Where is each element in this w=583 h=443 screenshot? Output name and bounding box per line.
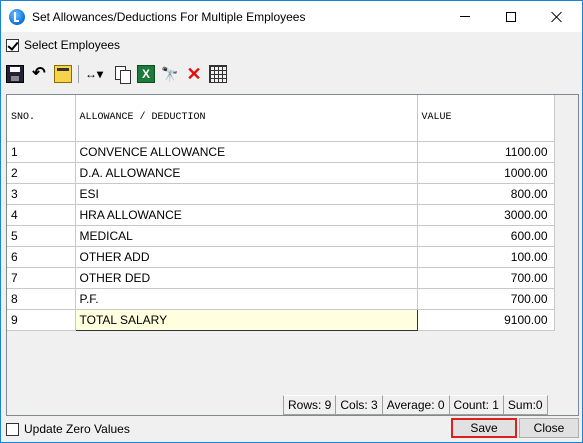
window-title: Set Allowances/Deductions For Multiple E… bbox=[32, 10, 306, 24]
cell-allowance[interactable]: OTHER DED bbox=[75, 267, 418, 289]
cell-value[interactable]: 3000.00 bbox=[417, 204, 555, 226]
cell-sno[interactable]: 8 bbox=[7, 288, 76, 310]
save-button[interactable]: Save bbox=[451, 418, 517, 438]
status-cols: Cols: 3 bbox=[335, 395, 383, 415]
maximize-icon bbox=[506, 11, 516, 22]
cell-allowance[interactable]: TOTAL SALARY bbox=[74, 308, 418, 331]
move-arrows-icon[interactable]: ↔▾ bbox=[85, 65, 107, 83]
allowance-table: SNO. ALLOWANCE / DEDUCTION VALUE 1 CONVEN… bbox=[7, 95, 555, 331]
status-rows: Rows: 9 bbox=[283, 395, 337, 415]
table-row[interactable]: 7 OTHER DED 700.00 bbox=[7, 267, 555, 289]
cell-sno[interactable]: 5 bbox=[7, 225, 76, 247]
binoculars-icon[interactable]: 🔭 bbox=[161, 65, 179, 83]
update-zero-values-label: Update Zero Values bbox=[24, 422, 130, 436]
data-grid[interactable]: SNO. ALLOWANCE / DEDUCTION VALUE 1 CONVEN… bbox=[6, 94, 579, 416]
cell-sno[interactable]: 1 bbox=[7, 141, 76, 163]
table-row[interactable]: 1 CONVENCE ALLOWANCE 1100.00 bbox=[7, 141, 555, 163]
app-icon bbox=[9, 9, 25, 25]
maximize-button[interactable] bbox=[488, 1, 534, 32]
header-row: SNO. ALLOWANCE / DEDUCTION VALUE bbox=[7, 95, 555, 142]
table-row[interactable]: 4 HRA ALLOWANCE 3000.00 bbox=[7, 204, 555, 226]
status-bar: Rows: 9 Cols: 3 Average: 0 Count: 1 Sum:… bbox=[283, 395, 548, 415]
column-header-sno[interactable]: SNO. bbox=[7, 95, 76, 142]
cell-allowance[interactable]: ESI bbox=[75, 183, 418, 205]
select-employees-label: Select Employees bbox=[24, 38, 121, 52]
cell-value[interactable]: 800.00 bbox=[417, 183, 555, 205]
status-sum: Sum:0 bbox=[502, 395, 548, 415]
cell-allowance[interactable]: D.A. ALLOWANCE bbox=[75, 162, 418, 184]
cell-value[interactable]: 1100.00 bbox=[417, 141, 555, 163]
save-icon[interactable] bbox=[6, 65, 24, 83]
edit-icon[interactable] bbox=[54, 65, 72, 83]
cell-value[interactable]: 700.00 bbox=[417, 267, 555, 289]
table-row[interactable]: 9 TOTAL SALARY 9100.00 bbox=[7, 308, 555, 331]
title-bar: Set Allowances/Deductions For Multiple E… bbox=[1, 1, 582, 32]
cell-value[interactable]: 600.00 bbox=[417, 225, 555, 247]
dialog-window: Set Allowances/Deductions For Multiple E… bbox=[0, 0, 583, 443]
cell-sno[interactable]: 9 bbox=[7, 309, 76, 331]
table-row[interactable]: 5 MEDICAL 600.00 bbox=[7, 225, 555, 247]
cell-sno[interactable]: 3 bbox=[7, 183, 76, 205]
cell-allowance[interactable]: CONVENCE ALLOWANCE bbox=[75, 141, 418, 163]
status-count: Count: 1 bbox=[448, 395, 504, 415]
close-button[interactable]: Close bbox=[519, 418, 579, 438]
cell-value[interactable]: 100.00 bbox=[417, 246, 555, 268]
table-row[interactable]: 6 OTHER ADD 100.00 bbox=[7, 246, 555, 268]
cell-allowance[interactable]: OTHER ADD bbox=[75, 246, 418, 268]
cell-allowance[interactable]: HRA ALLOWANCE bbox=[75, 204, 418, 226]
excel-icon[interactable]: X bbox=[137, 65, 155, 83]
column-header-allowance[interactable]: ALLOWANCE / DEDUCTION bbox=[75, 95, 418, 142]
cell-sno[interactable]: 6 bbox=[7, 246, 76, 268]
cell-value[interactable]: 1000.00 bbox=[417, 162, 555, 184]
cell-sno[interactable]: 4 bbox=[7, 204, 76, 226]
table-row[interactable]: 8 P.F. 700.00 bbox=[7, 288, 555, 310]
close-window-button[interactable] bbox=[534, 1, 580, 32]
update-zero-values-checkbox[interactable] bbox=[6, 422, 19, 436]
update-zero-values-option[interactable]: Update Zero Values bbox=[6, 422, 130, 436]
minimize-button[interactable] bbox=[442, 1, 488, 32]
cell-allowance[interactable]: MEDICAL bbox=[75, 225, 418, 247]
delete-icon[interactable]: ✕ bbox=[185, 65, 203, 83]
copy-icon[interactable] bbox=[113, 65, 131, 84]
toolbar: ↶ ↔▾ X 🔭 ✕ bbox=[6, 63, 233, 85]
table-row[interactable]: 3 ESI 800.00 bbox=[7, 183, 555, 205]
select-employees-checkbox[interactable] bbox=[6, 38, 19, 52]
status-average: Average: 0 bbox=[381, 395, 450, 415]
toolbar-separator bbox=[78, 65, 79, 83]
close-icon bbox=[551, 11, 563, 23]
cell-value[interactable]: 700.00 bbox=[417, 288, 555, 310]
undo-icon[interactable]: ↶ bbox=[30, 65, 48, 83]
table-row[interactable]: 2 D.A. ALLOWANCE 1000.00 bbox=[7, 162, 555, 184]
minimize-icon bbox=[460, 16, 470, 17]
grid-icon[interactable] bbox=[209, 65, 227, 83]
select-employees-option[interactable]: Select Employees bbox=[6, 38, 120, 52]
save-button-label: Save bbox=[470, 421, 498, 435]
close-button-label: Close bbox=[533, 421, 565, 435]
cell-sno[interactable]: 7 bbox=[7, 267, 76, 289]
cell-sno[interactable]: 2 bbox=[7, 162, 76, 184]
cell-value[interactable]: 9100.00 bbox=[417, 309, 555, 331]
column-header-value[interactable]: VALUE bbox=[417, 95, 555, 142]
cell-allowance[interactable]: P.F. bbox=[75, 288, 418, 310]
